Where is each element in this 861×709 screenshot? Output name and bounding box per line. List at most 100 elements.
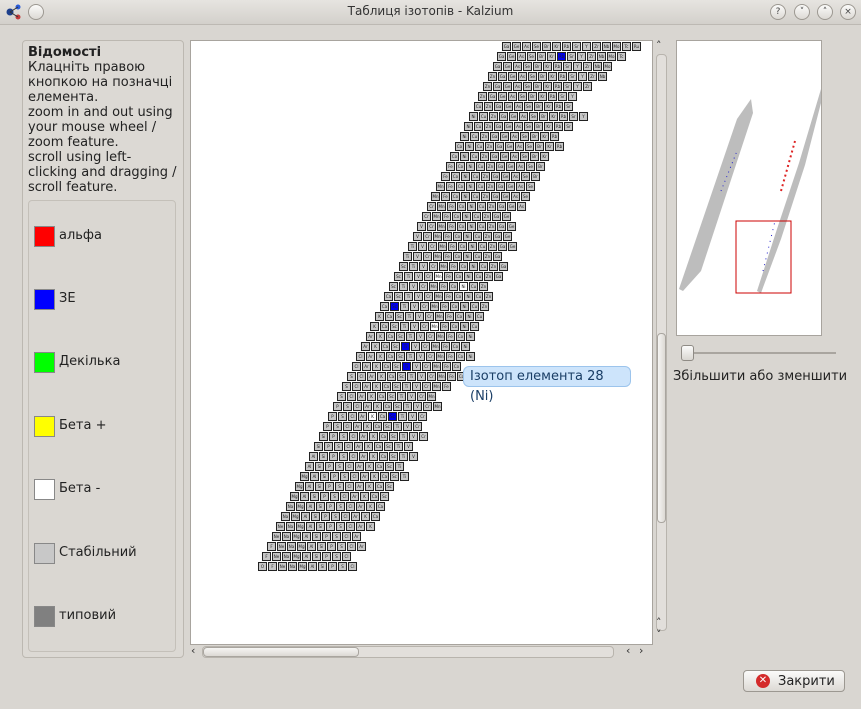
isotope-cell[interactable]: As: [514, 102, 523, 111]
isotope-cell[interactable]: Cl: [346, 522, 355, 531]
isotope-cell[interactable]: Fe: [445, 312, 454, 321]
isotope-cell[interactable]: Si: [316, 502, 325, 511]
isotope-cell[interactable]: Br: [530, 152, 539, 161]
isotope-cell[interactable]: Ca: [386, 332, 395, 341]
isotope-cell[interactable]: Se: [520, 152, 529, 161]
isotope-cell[interactable]: Br: [537, 52, 546, 61]
isotope-cell[interactable]: Cu: [470, 322, 479, 331]
isotope-cell[interactable]: Ge: [512, 42, 521, 51]
isotope-cell[interactable]: Ar: [357, 542, 366, 551]
isotope-cell[interactable]: Ti: [397, 392, 406, 401]
isotope-cell[interactable]: Cl: [350, 472, 359, 481]
isotope-cell[interactable]: Ga: [491, 192, 500, 201]
isotope-cell[interactable]: Rb: [558, 72, 567, 81]
isotope-cell[interactable]: Ga: [493, 232, 502, 241]
isotope-cell[interactable]: Cl: [347, 392, 356, 401]
isotope-cell[interactable]: Si: [320, 472, 329, 481]
isotope-cell[interactable]: Na: [288, 562, 297, 571]
isotope-cell[interactable]: S: [331, 512, 340, 521]
isotope-cell[interactable]: P: [330, 472, 339, 481]
isotope-cell[interactable]: Se: [526, 182, 535, 191]
vertical-scrollbar[interactable]: ˄ ˄ ˅: [654, 40, 668, 643]
isotope-cell[interactable]: Si: [312, 552, 321, 561]
isotope-cell[interactable]: Se: [521, 192, 530, 201]
isotope-cell[interactable]: Cr: [423, 232, 432, 241]
isotope-cell[interactable]: Cr: [422, 212, 431, 221]
isotope-cell[interactable]: K: [369, 452, 378, 461]
isotope-cell[interactable]: Kr: [543, 62, 552, 71]
isotope-cell[interactable]: As: [518, 72, 527, 81]
isotope-cell[interactable]: S: [336, 522, 345, 531]
isotope-cell[interactable]: Ni: [468, 242, 477, 251]
isotope-cell[interactable]: As: [511, 192, 520, 201]
isotope-cell[interactable]: K: [366, 502, 375, 511]
isotope-cell[interactable]: Fe: [441, 342, 450, 351]
isotope-cell[interactable]: Ti: [409, 262, 418, 271]
isotope-cell[interactable]: Fe: [441, 172, 450, 181]
isotope-cell[interactable]: Ge: [501, 172, 510, 181]
isotope-cell[interactable]: Zn: [485, 142, 494, 151]
isotope-cell[interactable]: Ni: [464, 292, 473, 301]
isotope-cell[interactable]: Ga: [488, 92, 497, 101]
isotope-cell[interactable]: Rb: [553, 82, 562, 91]
isotope-cell[interactable]: K: [364, 442, 373, 451]
isotope-cell[interactable]: Se: [529, 112, 538, 121]
isotope-cell[interactable]: Ni: [466, 332, 475, 341]
isotope-cell[interactable]: Br: [535, 142, 544, 151]
zoom-slider[interactable]: [676, 345, 838, 361]
isotope-cell[interactable]: Zr: [588, 72, 597, 81]
isotope-cell[interactable]: Ga: [493, 62, 502, 71]
isotope-cell[interactable]: Cr: [426, 352, 435, 361]
isotope-cell[interactable]: P: [324, 442, 333, 451]
isotope-cell[interactable]: Ru: [632, 42, 641, 51]
isotope-cell[interactable]: As: [513, 82, 522, 91]
isotope-cell[interactable]: Fe: [449, 262, 458, 271]
isotope-cell[interactable]: Ar: [355, 462, 364, 471]
isotope-cell[interactable]: Cu: [473, 232, 482, 241]
scroll-left-icon[interactable]: ‹: [626, 645, 630, 657]
isotope-cell[interactable]: V: [412, 382, 421, 391]
isotope-cell[interactable]: Ge: [506, 182, 515, 191]
isotope-cell[interactable]: Ni: [461, 342, 470, 351]
isotope-cell[interactable]: K: [361, 512, 370, 521]
isotope-cell[interactable]: Cl: [341, 512, 350, 521]
isotope-cell[interactable]: Ti: [402, 382, 411, 391]
isotope-cell[interactable]: Ga: [499, 262, 508, 271]
isotope-cell[interactable]: Ge: [504, 102, 513, 111]
isotope-cell[interactable]: Cr: [423, 402, 432, 411]
isotope-cell[interactable]: S: [335, 482, 344, 491]
overview-panel[interactable]: [676, 40, 822, 336]
isotope-cell[interactable]: Kr: [544, 102, 553, 111]
scroll-up-icon[interactable]: ˄: [656, 40, 662, 52]
isotope-cell[interactable]: P: [329, 452, 338, 461]
isotope-cell[interactable]: Fe: [446, 182, 455, 191]
isotope-cell[interactable]: Rb: [562, 42, 571, 51]
isotope-cell[interactable]: Zr: [592, 42, 601, 51]
isotope-cell[interactable]: As: [513, 62, 522, 71]
isotope-cell[interactable]: Se: [523, 62, 532, 71]
isotope-cell[interactable]: Mo: [607, 52, 616, 61]
isotope-cell[interactable]: Cu: [470, 302, 479, 311]
isotope-cell[interactable]: Co: [456, 182, 465, 191]
isotope-cell[interactable]: Sc: [384, 442, 393, 451]
isotope-cell[interactable]: Ti: [399, 432, 408, 441]
isotope-cell[interactable]: Ne: [272, 532, 281, 541]
isotope-cell[interactable]: Se: [524, 122, 533, 131]
isotope-cell[interactable]: V: [410, 322, 419, 331]
isotope-cell[interactable]: Mn: [432, 382, 441, 391]
isotope-cell[interactable]: V: [417, 372, 426, 381]
isotope-cell[interactable]: P: [326, 502, 335, 511]
isotope-cell[interactable]: Ca: [381, 342, 390, 351]
isotope-cell[interactable]: Ga: [498, 72, 507, 81]
isotope-cell[interactable]: Se: [527, 52, 536, 61]
isotope-cell[interactable]: Zn: [489, 262, 498, 271]
isotope-cell[interactable]: Ni: [466, 162, 475, 171]
isotope-cell[interactable]: Ni: [467, 222, 476, 231]
isotope-cell[interactable]: Ca: [379, 432, 388, 441]
isotope-cell[interactable]: S: [339, 452, 348, 461]
isotope-cell[interactable]: Ar: [361, 342, 370, 351]
isotope-cell[interactable]: Cr: [417, 392, 426, 401]
isotope-cell[interactable]: Ti: [402, 362, 411, 371]
isotope-cell[interactable]: S: [335, 462, 344, 471]
isotope-cell[interactable]: Sc: [389, 282, 398, 291]
